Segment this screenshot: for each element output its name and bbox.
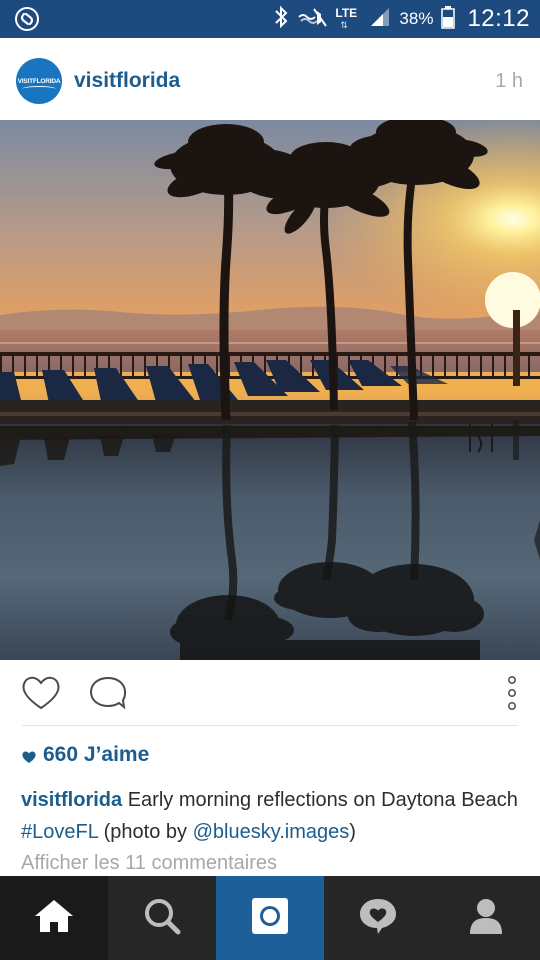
caption-text-3: ): [349, 821, 356, 843]
caption-mention[interactable]: @bluesky.images: [193, 821, 350, 843]
heart-filled-icon: [21, 747, 37, 763]
nav-profile[interactable]: [432, 876, 540, 960]
caption-text-1: Early morning reflections on Daytona Bea…: [122, 789, 518, 811]
view-comments-link[interactable]: Afficher les 11 commentaires: [21, 849, 277, 877]
battery-percent: 38%: [399, 9, 434, 28]
caption-username[interactable]: visitflorida: [21, 789, 122, 811]
camera-icon: [250, 896, 290, 941]
nav-activity[interactable]: [324, 876, 432, 960]
avatar[interactable]: VISITFLORIDA: [16, 58, 62, 104]
battery-icon: [441, 5, 456, 34]
profile-icon: [468, 896, 504, 941]
data-arrows-icon: ⇅: [340, 20, 348, 30]
search-icon: [142, 896, 182, 941]
activity-heart-icon: [357, 896, 399, 941]
nav-camera[interactable]: [216, 876, 324, 960]
mute-icon: [297, 5, 328, 34]
post-actions: [0, 660, 540, 726]
nav-home[interactable]: [0, 876, 108, 960]
divider: [22, 725, 518, 726]
bottom-nav: [0, 876, 540, 960]
vertical-dots-icon[interactable]: [500, 672, 524, 716]
nav-search[interactable]: [108, 876, 216, 960]
avatar-logo-text: VISITFLORIDA: [17, 77, 61, 85]
post-photo[interactable]: [0, 120, 540, 660]
likes-count[interactable]: 660 J’aime: [21, 741, 149, 769]
caption-hashtag[interactable]: #LoveFL: [21, 821, 98, 843]
lte-label: LTE: [335, 6, 358, 20]
home-icon: [33, 898, 75, 939]
clock: 12:12: [467, 5, 530, 32]
shazam-icon: [14, 6, 40, 32]
signal-icon: [369, 6, 391, 33]
post-caption: visitflorida Early morning reflections o…: [21, 784, 521, 848]
status-bar: LTE ⇅ 38% 12:12: [0, 0, 540, 38]
post-header: VISITFLORIDA visitflorida 1 h: [0, 38, 540, 120]
post-time: 1 h: [495, 70, 523, 92]
speech-bubble-icon[interactable]: [88, 674, 128, 712]
avatar-swoosh: [22, 86, 56, 92]
lte-indicator: LTE ⇅: [335, 4, 361, 34]
post-username[interactable]: visitflorida: [74, 69, 180, 93]
heart-outline-icon[interactable]: [20, 674, 62, 712]
caption-text-2: (photo by: [98, 821, 193, 843]
bluetooth-icon: [273, 5, 289, 34]
likes-label: 660 J’aime: [43, 743, 150, 766]
